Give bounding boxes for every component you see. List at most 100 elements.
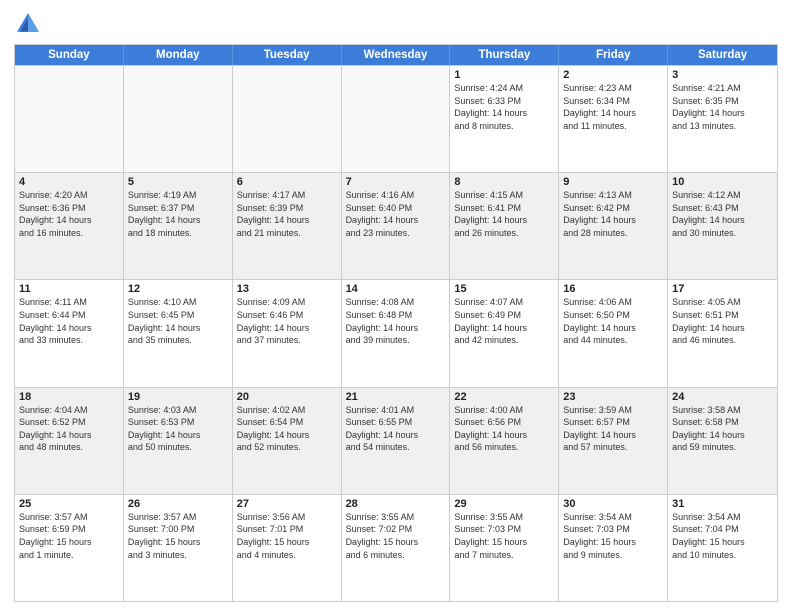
cell-line: Sunset: 6:56 PM xyxy=(454,416,554,429)
cell-line: and 46 minutes. xyxy=(672,334,773,347)
cal-cell-r0c3 xyxy=(342,66,451,172)
day-number: 25 xyxy=(19,498,119,510)
cal-header-sunday: Sunday xyxy=(15,45,124,65)
cell-line: and 39 minutes. xyxy=(346,334,446,347)
cal-row-1: 4Sunrise: 4:20 AMSunset: 6:36 PMDaylight… xyxy=(15,172,777,279)
day-number: 3 xyxy=(672,69,773,81)
cell-line: Sunset: 7:01 PM xyxy=(237,523,337,536)
cell-line: Daylight: 14 hours xyxy=(563,107,663,120)
cell-line: and 6 minutes. xyxy=(346,549,446,562)
cal-cell-r1c0: 4Sunrise: 4:20 AMSunset: 6:36 PMDaylight… xyxy=(15,173,124,279)
day-number: 5 xyxy=(128,176,228,188)
day-number: 27 xyxy=(237,498,337,510)
cell-line: Sunrise: 3:54 AM xyxy=(563,511,663,524)
cal-cell-r4c2: 27Sunrise: 3:56 AMSunset: 7:01 PMDayligh… xyxy=(233,495,342,601)
cell-line: Sunset: 7:02 PM xyxy=(346,523,446,536)
cell-line: Daylight: 14 hours xyxy=(237,214,337,227)
cell-line: and 48 minutes. xyxy=(19,441,119,454)
cal-cell-r3c5: 23Sunrise: 3:59 AMSunset: 6:57 PMDayligh… xyxy=(559,388,668,494)
day-number: 19 xyxy=(128,391,228,403)
cal-cell-r0c1 xyxy=(124,66,233,172)
cell-line: Daylight: 15 hours xyxy=(237,536,337,549)
cell-line: Daylight: 14 hours xyxy=(454,107,554,120)
cell-line: Sunrise: 4:02 AM xyxy=(237,404,337,417)
cell-line: Sunrise: 4:21 AM xyxy=(672,82,773,95)
cell-line: Sunset: 7:03 PM xyxy=(454,523,554,536)
day-number: 28 xyxy=(346,498,446,510)
cell-line: Daylight: 14 hours xyxy=(346,429,446,442)
cal-cell-r4c6: 31Sunrise: 3:54 AMSunset: 7:04 PMDayligh… xyxy=(668,495,777,601)
cell-line: and 21 minutes. xyxy=(237,227,337,240)
day-number: 23 xyxy=(563,391,663,403)
cell-line: Daylight: 14 hours xyxy=(563,429,663,442)
day-number: 10 xyxy=(672,176,773,188)
cal-cell-r4c0: 25Sunrise: 3:57 AMSunset: 6:59 PMDayligh… xyxy=(15,495,124,601)
cell-line: Sunrise: 4:13 AM xyxy=(563,189,663,202)
cell-line: Daylight: 14 hours xyxy=(128,214,228,227)
cal-row-0: 1Sunrise: 4:24 AMSunset: 6:33 PMDaylight… xyxy=(15,65,777,172)
cell-line: Sunrise: 3:57 AM xyxy=(19,511,119,524)
cal-cell-r4c4: 29Sunrise: 3:55 AMSunset: 7:03 PMDayligh… xyxy=(450,495,559,601)
cell-line: Sunrise: 4:00 AM xyxy=(454,404,554,417)
cell-line: Daylight: 14 hours xyxy=(128,322,228,335)
day-number: 31 xyxy=(672,498,773,510)
cell-line: Daylight: 15 hours xyxy=(563,536,663,549)
cal-cell-r1c3: 7Sunrise: 4:16 AMSunset: 6:40 PMDaylight… xyxy=(342,173,451,279)
cal-header-tuesday: Tuesday xyxy=(233,45,342,65)
cell-line: Daylight: 14 hours xyxy=(237,322,337,335)
cell-line: and 23 minutes. xyxy=(346,227,446,240)
cell-line: Sunset: 6:48 PM xyxy=(346,309,446,322)
cell-line: Sunrise: 4:10 AM xyxy=(128,296,228,309)
cell-line: and 18 minutes. xyxy=(128,227,228,240)
cell-line: Daylight: 14 hours xyxy=(346,214,446,227)
cell-line: Daylight: 14 hours xyxy=(454,322,554,335)
day-number: 11 xyxy=(19,283,119,295)
cell-line: Daylight: 14 hours xyxy=(563,214,663,227)
cell-line: Sunrise: 4:03 AM xyxy=(128,404,228,417)
cell-line: Sunrise: 4:19 AM xyxy=(128,189,228,202)
cell-line: Sunrise: 4:11 AM xyxy=(19,296,119,309)
logo xyxy=(14,10,46,38)
cal-cell-r1c4: 8Sunrise: 4:15 AMSunset: 6:41 PMDaylight… xyxy=(450,173,559,279)
cal-cell-r1c2: 6Sunrise: 4:17 AMSunset: 6:39 PMDaylight… xyxy=(233,173,342,279)
cal-cell-r3c0: 18Sunrise: 4:04 AMSunset: 6:52 PMDayligh… xyxy=(15,388,124,494)
day-number: 30 xyxy=(563,498,663,510)
cell-line: and 10 minutes. xyxy=(672,549,773,562)
cell-line: and 30 minutes. xyxy=(672,227,773,240)
cal-cell-r2c5: 16Sunrise: 4:06 AMSunset: 6:50 PMDayligh… xyxy=(559,280,668,386)
cell-line: Sunset: 6:37 PM xyxy=(128,202,228,215)
calendar: SundayMondayTuesdayWednesdayThursdayFrid… xyxy=(14,44,778,602)
cell-line: and 56 minutes. xyxy=(454,441,554,454)
cell-line: Sunrise: 3:59 AM xyxy=(563,404,663,417)
cell-line: Daylight: 14 hours xyxy=(563,322,663,335)
cal-header-wednesday: Wednesday xyxy=(342,45,451,65)
cell-line: and 1 minute. xyxy=(19,549,119,562)
cell-line: and 4 minutes. xyxy=(237,549,337,562)
header xyxy=(14,10,778,38)
day-number: 7 xyxy=(346,176,446,188)
cal-cell-r4c3: 28Sunrise: 3:55 AMSunset: 7:02 PMDayligh… xyxy=(342,495,451,601)
calendar-body: 1Sunrise: 4:24 AMSunset: 6:33 PMDaylight… xyxy=(15,65,777,601)
cell-line: Sunset: 6:46 PM xyxy=(237,309,337,322)
cal-cell-r1c5: 9Sunrise: 4:13 AMSunset: 6:42 PMDaylight… xyxy=(559,173,668,279)
day-number: 8 xyxy=(454,176,554,188)
day-number: 20 xyxy=(237,391,337,403)
day-number: 21 xyxy=(346,391,446,403)
cell-line: and 11 minutes. xyxy=(563,120,663,133)
cal-header-friday: Friday xyxy=(559,45,668,65)
cal-cell-r3c4: 22Sunrise: 4:00 AMSunset: 6:56 PMDayligh… xyxy=(450,388,559,494)
cell-line: Daylight: 14 hours xyxy=(346,322,446,335)
cal-cell-r3c6: 24Sunrise: 3:58 AMSunset: 6:58 PMDayligh… xyxy=(668,388,777,494)
cal-cell-r2c4: 15Sunrise: 4:07 AMSunset: 6:49 PMDayligh… xyxy=(450,280,559,386)
logo-icon xyxy=(14,10,42,38)
cal-cell-r0c0 xyxy=(15,66,124,172)
page: SundayMondayTuesdayWednesdayThursdayFrid… xyxy=(0,0,792,612)
cell-line: Daylight: 15 hours xyxy=(346,536,446,549)
day-number: 22 xyxy=(454,391,554,403)
cal-cell-r4c5: 30Sunrise: 3:54 AMSunset: 7:03 PMDayligh… xyxy=(559,495,668,601)
cell-line: Sunset: 6:49 PM xyxy=(454,309,554,322)
cell-line: Daylight: 14 hours xyxy=(128,429,228,442)
cell-line: Sunrise: 4:17 AM xyxy=(237,189,337,202)
cell-line: Sunrise: 4:06 AM xyxy=(563,296,663,309)
cal-cell-r2c1: 12Sunrise: 4:10 AMSunset: 6:45 PMDayligh… xyxy=(124,280,233,386)
